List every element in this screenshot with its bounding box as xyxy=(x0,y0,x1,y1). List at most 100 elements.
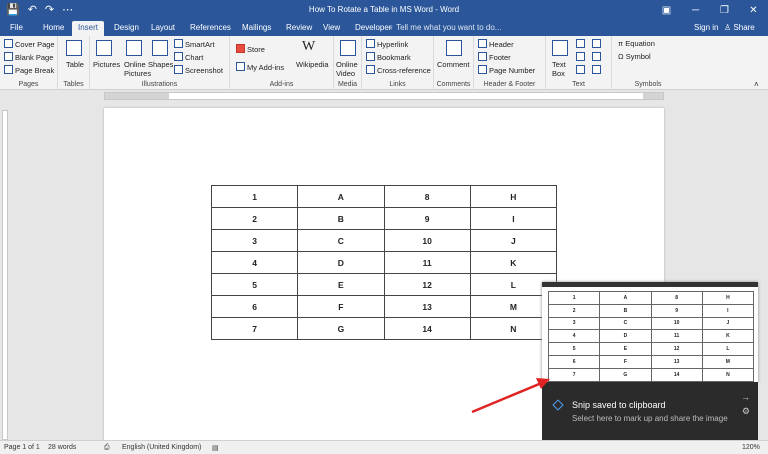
online-video-label-1: Online xyxy=(336,60,358,69)
date-time-button[interactable] xyxy=(592,52,603,62)
snip-preview[interactable]: 1 A 8 H 2 B 9 I 3 C 10 J 4 D 11 K 5 E 12 L 6 F 13 M 7 G 14 N xyxy=(542,282,758,382)
word-count[interactable]: 28 words xyxy=(48,444,76,451)
close-button[interactable]: ✕ xyxy=(739,0,768,20)
table-cell[interactable]: H xyxy=(469,185,558,208)
table-cell: 10 xyxy=(650,316,703,331)
proofing-icon[interactable]: ⎙ xyxy=(104,444,110,452)
tab-mailings[interactable]: Mailings xyxy=(242,23,271,32)
minimize-button[interactable]: ─ xyxy=(681,0,710,20)
quick-parts-button[interactable] xyxy=(576,39,587,49)
header-button[interactable]: Header xyxy=(478,39,514,49)
table-cell[interactable]: E xyxy=(297,273,385,296)
cross-reference-button[interactable]: Cross-reference xyxy=(366,65,431,75)
table-cell[interactable]: C xyxy=(297,229,385,252)
table-cell[interactable]: 11 xyxy=(383,251,471,274)
table-cell: 5 xyxy=(547,342,601,356)
table-cell[interactable]: 5 xyxy=(210,273,299,296)
zoom-level[interactable]: 120% xyxy=(742,444,760,451)
text-box-label-1: Text xyxy=(552,60,566,69)
vertical-ruler[interactable] xyxy=(0,102,10,440)
object-button[interactable] xyxy=(592,65,603,75)
table-cell[interactable]: 8 xyxy=(383,185,471,208)
wikipedia-icon: W xyxy=(302,39,316,54)
table-row: 2B9I xyxy=(210,207,558,230)
table-cell[interactable]: 4 xyxy=(210,251,299,274)
table-cell[interactable]: 13 xyxy=(383,295,471,318)
table-cell[interactable]: 9 xyxy=(383,207,471,230)
header-footer-group-label: Header & Footer xyxy=(483,81,536,88)
table-cell[interactable]: 6 xyxy=(210,295,299,318)
share-button[interactable]: ♙ Share xyxy=(724,23,755,32)
links-group-label: Links xyxy=(389,81,406,88)
page-break-label: Page Break xyxy=(15,66,55,75)
table-cell[interactable]: B xyxy=(297,207,385,230)
arrow-right-icon[interactable]: → xyxy=(741,392,750,402)
table-cell[interactable]: 1 xyxy=(210,185,299,208)
my-addins-button[interactable]: My Add-ins xyxy=(236,62,284,72)
equation-button[interactable]: π Equation xyxy=(618,39,655,48)
ribbon-display-options-icon[interactable]: ▣ xyxy=(652,0,681,20)
tab-home[interactable]: Home xyxy=(43,23,64,32)
online-video-button[interactable]: Online Video xyxy=(336,60,358,78)
signature-line-button[interactable] xyxy=(592,39,603,49)
table-cell[interactable]: 2 xyxy=(210,207,299,230)
sign-in-link[interactable]: Sign in xyxy=(694,23,718,32)
restore-button[interactable]: ❐ xyxy=(710,0,739,20)
shapes-icon xyxy=(152,40,168,56)
page-count[interactable]: Page 1 of 1 xyxy=(4,444,40,451)
snip-toast-notification[interactable]: Snip saved to clipboard Select here to m… xyxy=(542,382,758,446)
table-cell[interactable]: 10 xyxy=(383,229,471,252)
pictures-button[interactable]: Pictures xyxy=(93,60,120,69)
tab-developer[interactable]: Developer xyxy=(355,23,391,32)
page-break-button[interactable]: Page Break xyxy=(4,65,54,75)
table-cell[interactable]: 14 xyxy=(383,317,471,340)
hyperlink-button[interactable]: Hyperlink xyxy=(366,39,408,49)
shapes-button[interactable]: Shapes xyxy=(148,60,173,69)
table-cell[interactable]: D xyxy=(297,251,385,274)
table-row: 7 G 14 N xyxy=(210,317,558,340)
table-cell[interactable]: J xyxy=(469,229,558,252)
blank-page-button[interactable]: Blank Page xyxy=(4,52,53,62)
symbol-button[interactable]: Ω Symbol xyxy=(618,52,651,61)
tab-layout[interactable]: Layout xyxy=(151,23,175,32)
gear-icon[interactable]: ⚙ xyxy=(742,406,750,417)
online-video-icon xyxy=(340,40,356,56)
drop-cap-button[interactable] xyxy=(576,65,587,75)
table-cell[interactable]: 12 xyxy=(383,273,471,296)
tab-file[interactable]: File xyxy=(10,23,23,32)
cover-page-button[interactable]: Cover Page xyxy=(4,39,55,49)
collapse-ribbon-icon[interactable]: ˄ xyxy=(754,80,759,89)
smartart-button[interactable]: SmartArt xyxy=(174,39,215,49)
table-cell[interactable]: 7 xyxy=(210,317,299,340)
chart-button[interactable]: Chart xyxy=(174,52,203,62)
page-number-button[interactable]: Page Number xyxy=(478,65,535,75)
macro-record-icon[interactable]: ▤ xyxy=(212,444,219,452)
language[interactable]: English (United Kingdom) xyxy=(122,444,201,451)
tell-me-search[interactable]: ♀ Tell me what you want to do... xyxy=(388,23,501,32)
comment-button[interactable]: Comment xyxy=(437,60,470,69)
table-cell[interactable]: 3 xyxy=(210,229,299,252)
bookmark-button[interactable]: Bookmark xyxy=(366,52,411,62)
table-cell[interactable]: F xyxy=(297,295,385,318)
tab-design[interactable]: Design xyxy=(114,23,139,32)
table-cell: 4 xyxy=(547,329,601,344)
vertical-ruler-track xyxy=(2,110,8,440)
tab-view[interactable]: View xyxy=(323,23,340,32)
footer-button[interactable]: Footer xyxy=(478,52,511,62)
table-cell[interactable]: A xyxy=(297,185,385,208)
table-cell[interactable]: G xyxy=(297,317,385,340)
tab-references[interactable]: References xyxy=(190,23,231,32)
store-button[interactable]: Store xyxy=(236,44,265,54)
wordart-button[interactable] xyxy=(576,52,587,62)
text-box-button[interactable]: Text Box xyxy=(552,60,566,78)
table-button[interactable]: Table xyxy=(66,60,84,69)
wikipedia-button[interactable]: Wikipedia xyxy=(296,60,329,69)
table-cell[interactable]: K xyxy=(469,251,558,274)
tab-insert[interactable]: Insert xyxy=(72,21,105,36)
horizontal-ruler[interactable] xyxy=(0,90,768,102)
table-cell[interactable]: I xyxy=(469,207,558,230)
table-cell: L xyxy=(701,342,755,356)
tab-review[interactable]: Review xyxy=(286,23,312,32)
screenshot-button[interactable]: Screenshot xyxy=(174,65,223,75)
document-table[interactable]: 1 A 8 H 2 B 9 I 3 C 10 J 4 D 11 K 5 E 12 L 6 F 13 M 7 G 14 N xyxy=(210,185,558,340)
